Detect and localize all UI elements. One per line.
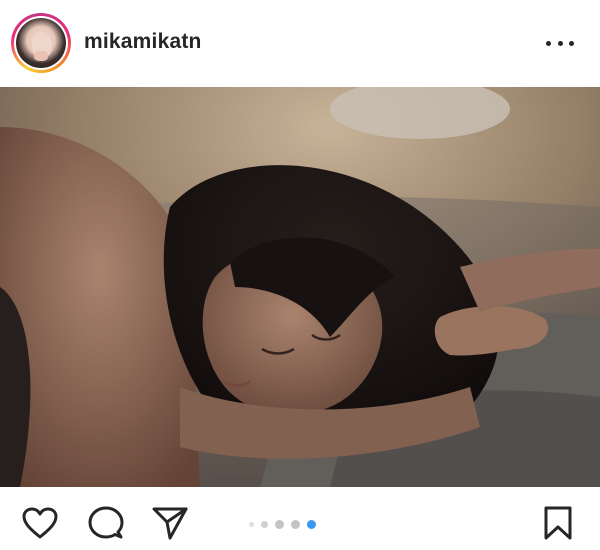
paper-plane-icon[interactable]: [150, 505, 190, 541]
more-options-icon[interactable]: [546, 33, 574, 53]
comment-bubble-icon[interactable]: [86, 505, 126, 541]
carousel-dot-active: [307, 520, 316, 529]
carousel-dot: [275, 520, 284, 529]
more-dot: [569, 40, 574, 46]
carousel-dot: [291, 520, 300, 529]
action-bar: [0, 487, 600, 550]
more-dot: [557, 40, 563, 46]
carousel-dot: [249, 522, 254, 527]
avatar-hand: [34, 51, 48, 61]
story-ring[interactable]: [11, 13, 71, 73]
username[interactable]: mikamikatn: [84, 30, 202, 54]
bookmark-icon[interactable]: [538, 505, 578, 541]
heart-icon[interactable]: [20, 505, 60, 541]
instagram-post: mikamikatn: [0, 0, 600, 550]
photo-illustration: [0, 87, 600, 487]
carousel-indicator: [249, 520, 316, 529]
post-header: mikamikatn: [0, 0, 600, 87]
avatar-border: [14, 16, 68, 70]
post-image[interactable]: [0, 87, 600, 487]
carousel-dot: [261, 521, 268, 528]
avatar[interactable]: [16, 18, 66, 68]
more-dot: [546, 40, 551, 46]
